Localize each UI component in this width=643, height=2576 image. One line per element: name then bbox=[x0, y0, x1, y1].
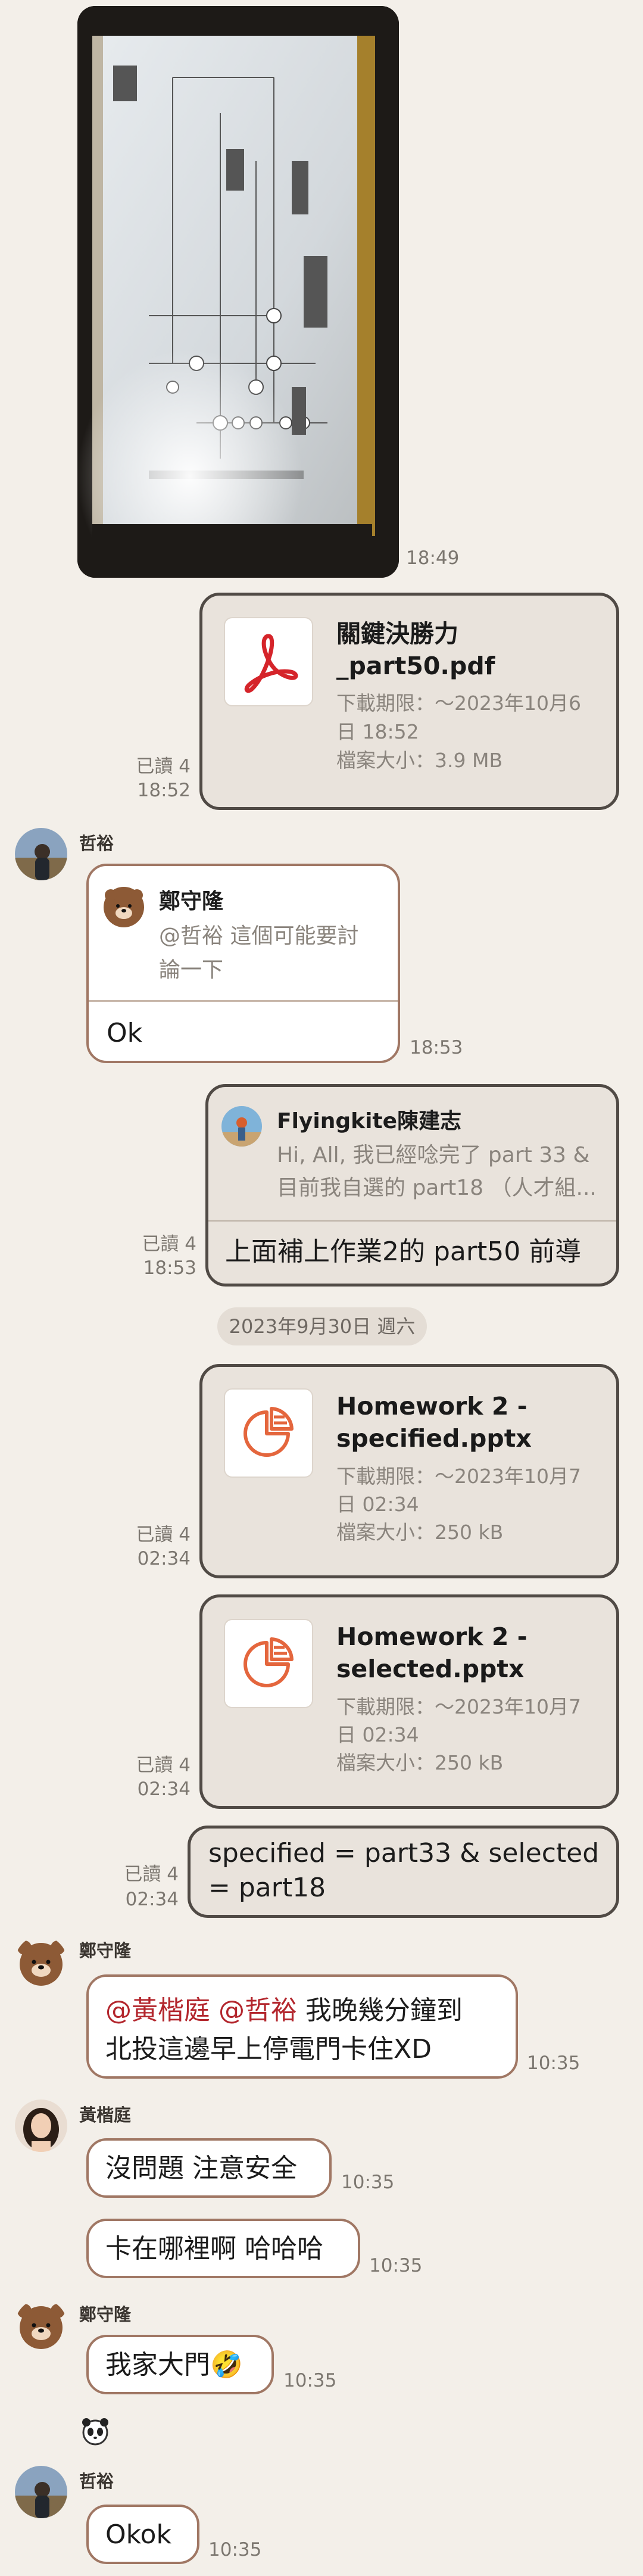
quote-avatar-bear bbox=[104, 887, 144, 927]
message-text: Okok bbox=[105, 2519, 171, 2550]
file-size: 檔案大小：250 kB bbox=[336, 1751, 504, 1774]
file-title-line1: Homework 2 - bbox=[336, 1392, 527, 1421]
pptx-icon bbox=[224, 1619, 313, 1708]
pptx-icon bbox=[224, 1388, 313, 1478]
message-text: 我家大門🤣 bbox=[105, 2350, 243, 2380]
sender-name: 哲裕 bbox=[79, 833, 114, 854]
huang-message-bubble-1[interactable]: 沒問題 注意安全 bbox=[86, 2138, 332, 2198]
spec-text-bubble[interactable]: specified = part33 & selected = part18 bbox=[188, 1826, 619, 1918]
pdf-title-line2: _part50.pdf bbox=[336, 652, 495, 680]
mention-huang[interactable]: @黃楷庭 bbox=[105, 1995, 210, 2026]
quote-divider bbox=[208, 1220, 616, 1222]
panda-read-icon[interactable] bbox=[79, 2415, 111, 2447]
photo-image bbox=[77, 6, 399, 578]
date-divider-text: 2023年9月30日 週六 bbox=[229, 1315, 416, 1338]
quote-text-line1: Hi, All, 我已經唸完了 part 33 & bbox=[277, 1143, 590, 1167]
photo-time: 18:49 bbox=[406, 547, 460, 569]
avatar-zheyu[interactable] bbox=[15, 828, 67, 880]
read-status: 已讀 4 bbox=[124, 1864, 179, 1885]
message-time: 18:53 bbox=[410, 1037, 463, 1058]
message-text-rest: 我晚幾分鐘到 bbox=[297, 1995, 463, 2026]
message-time: 10:35 bbox=[527, 2052, 580, 2074]
photo-message[interactable] bbox=[77, 6, 399, 578]
read-status: 已讀 4 bbox=[136, 1755, 191, 1776]
message-text: 上面補上作業2的 part50 前導 bbox=[225, 1236, 582, 1267]
sender-name: 哲裕 bbox=[79, 2471, 114, 2491]
zheng-message-bubble-2[interactable]: 我家大門🤣 bbox=[86, 2335, 274, 2394]
message-text: 卡在哪裡啊 哈哈哈 bbox=[105, 2234, 323, 2264]
reply-flying-bubble[interactable]: Flyingkite陳建志 Hi, All, 我已經唸完了 part 33 & … bbox=[205, 1084, 619, 1287]
pdf-icon bbox=[224, 617, 313, 706]
mention-zheyu[interactable]: @哲裕 bbox=[219, 1995, 297, 2026]
quote-text-line1: @哲裕 這個可能要討 bbox=[159, 924, 359, 948]
avatar-zheng[interactable] bbox=[15, 2299, 67, 2351]
pptx-selected-bubble[interactable]: Homework 2 - selected.pptx 下載期限：～2023年10… bbox=[199, 1594, 619, 1809]
zheyu-ok-bubble[interactable]: 鄭守隆 @哲裕 這個可能要討 論一下 Ok bbox=[86, 864, 400, 1063]
avatar-zheng[interactable] bbox=[15, 1936, 67, 1988]
quote-text-line2: 目前我自選的 part18 （人才組... bbox=[277, 1176, 597, 1200]
file-title-line1: Homework 2 - bbox=[336, 1622, 527, 1651]
pdf-title-line1: 關鍵決勝力 bbox=[336, 619, 458, 648]
read-status: 已讀 4 bbox=[136, 1524, 191, 1546]
message-text-line2: 北投這邊早上停電門卡住XD bbox=[105, 2034, 432, 2064]
pptx-specified-bubble[interactable]: Homework 2 - specified.pptx 下載期限：～2023年1… bbox=[199, 1364, 619, 1578]
zheyu-okok-bubble[interactable]: Okok bbox=[86, 2505, 199, 2564]
message-time: 10:35 bbox=[369, 2255, 423, 2276]
message-text-line1: @黃楷庭 @哲裕 我晚幾分鐘到 bbox=[105, 1989, 463, 2027]
quote-sender: Flyingkite陳建志 bbox=[277, 1109, 462, 1133]
avatar-huang[interactable] bbox=[15, 2100, 67, 2152]
pdf-expiry-line1: 下載期限：～2023年10月6 bbox=[336, 691, 581, 715]
pdf-file-bubble[interactable]: 關鍵決勝力 _part50.pdf 下載期限：～2023年10月6 日 18:5… bbox=[199, 593, 619, 810]
pdf-read-status: 已讀 4 bbox=[136, 756, 191, 777]
quote-sender: 鄭守隆 bbox=[159, 889, 224, 914]
message-time: 02:34 bbox=[125, 1889, 179, 1910]
quote-divider bbox=[89, 1000, 398, 1002]
file-size: 檔案大小：250 kB bbox=[336, 1521, 504, 1544]
pdf-size: 檔案大小：3.9 MB bbox=[336, 749, 503, 772]
zheng-message-bubble[interactable]: @黃楷庭 @哲裕 我晚幾分鐘到 北投這邊早上停電門卡住XD bbox=[86, 1974, 518, 2079]
message-text: Ok bbox=[107, 1018, 143, 1048]
message-text-line1: specified = part33 & selected bbox=[208, 1838, 600, 1868]
message-time: 10:35 bbox=[283, 2370, 337, 2391]
pdf-expiry-line2: 日 18:52 bbox=[336, 720, 419, 743]
sender-name: 黃楷庭 bbox=[79, 2105, 132, 2125]
sender-name: 鄭守隆 bbox=[79, 2304, 132, 2325]
file-title-line2: selected.pptx bbox=[336, 1655, 525, 1683]
message-time: 10:35 bbox=[208, 2539, 262, 2561]
quote-text-line2: 論一下 bbox=[159, 958, 224, 982]
huang-message-bubble-2[interactable]: 卡在哪裡啊 哈哈哈 bbox=[86, 2219, 360, 2278]
avatar-zheyu[interactable] bbox=[15, 2466, 67, 2518]
file-expiry-line1: 下載期限：～2023年10月7 bbox=[336, 1695, 581, 1718]
file-expiry-line2: 日 02:34 bbox=[336, 1493, 419, 1516]
sender-name: 鄭守隆 bbox=[79, 1940, 132, 1961]
file-expiry-line2: 日 02:34 bbox=[336, 1723, 419, 1746]
message-text: 沒問題 注意安全 bbox=[105, 2153, 297, 2183]
quote-avatar-flyingkite bbox=[221, 1106, 262, 1147]
file-title-line2: specified.pptx bbox=[336, 1424, 532, 1453]
message-text-line2: = part18 bbox=[208, 1873, 326, 1903]
message-time: 10:35 bbox=[341, 2172, 395, 2193]
message-time: 18:53 bbox=[143, 1257, 196, 1279]
date-divider: 2023年9月30日 週六 bbox=[217, 1307, 427, 1345]
message-time: 02:34 bbox=[137, 1548, 191, 1569]
message-time: 02:34 bbox=[137, 1778, 191, 1800]
read-status: 已讀 4 bbox=[142, 1234, 196, 1255]
pdf-time: 18:52 bbox=[137, 780, 191, 801]
file-expiry-line1: 下載期限：～2023年10月7 bbox=[336, 1465, 581, 1488]
